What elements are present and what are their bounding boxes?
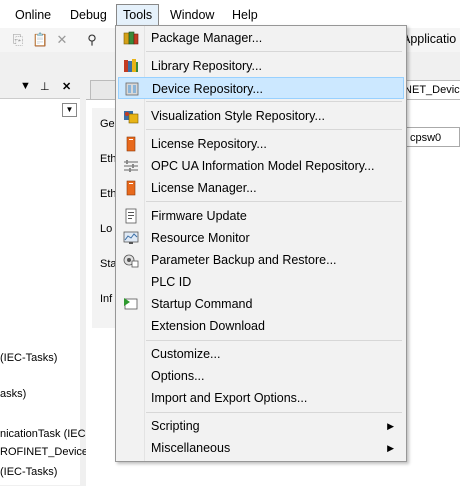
menu-item-label: Library Repository... bbox=[151, 59, 262, 73]
chevron-down-icon[interactable]: ▼ bbox=[62, 103, 77, 117]
library-icon bbox=[124, 59, 138, 72]
menu-separator bbox=[146, 201, 402, 202]
menu-window[interactable]: Window bbox=[164, 4, 220, 26]
close-icon[interactable]: ✕ bbox=[62, 80, 71, 93]
startup-icon bbox=[124, 298, 138, 310]
submenu-arrow-icon: ▶ bbox=[387, 443, 394, 453]
firmware-icon bbox=[125, 208, 137, 224]
menu-separator bbox=[146, 51, 402, 52]
license-manager-icon bbox=[126, 180, 136, 196]
menu-item-license-manager[interactable]: License Manager... bbox=[118, 177, 404, 199]
menu-item-label: Extension Download bbox=[151, 319, 265, 333]
menu-item-device-repository[interactable]: Device Repository... bbox=[118, 77, 404, 99]
menu-separator bbox=[146, 129, 402, 130]
tree-item[interactable]: nicationTask (IEC bbox=[0, 428, 86, 440]
menu-item-label: Package Manager... bbox=[151, 31, 263, 45]
menu-bar: Online Debug Tools Window Help bbox=[0, 0, 460, 28]
opcua-icon bbox=[124, 160, 138, 172]
menu-item-parameter-backup[interactable]: Parameter Backup and Restore... bbox=[118, 249, 404, 271]
menu-item-scripting[interactable]: Scripting ▶ bbox=[118, 415, 404, 437]
dropdown-arrow-icon[interactable]: ▼ bbox=[20, 80, 31, 92]
package-icon bbox=[123, 31, 139, 45]
menu-item-options[interactable]: Options... bbox=[118, 365, 404, 387]
menu-item-resource-monitor[interactable]: Resource Monitor bbox=[118, 227, 404, 249]
tree-item[interactable]: ROFINET_Device bbox=[0, 446, 88, 458]
vtab-general[interactable]: Ge bbox=[100, 118, 115, 130]
editor-tab-device[interactable]: INET_Devic bbox=[400, 80, 460, 99]
backup-icon bbox=[123, 254, 139, 268]
tree-item[interactable]: (IEC-Tasks) bbox=[0, 466, 57, 478]
menu-debug[interactable]: Debug bbox=[64, 4, 113, 26]
menu-item-label: Scripting bbox=[151, 419, 200, 433]
application-label: Applicatio bbox=[402, 32, 457, 46]
menu-item-label: Firmware Update bbox=[151, 209, 247, 223]
menu-item-label: Startup Command bbox=[151, 297, 253, 311]
menu-item-customize[interactable]: Customize... bbox=[118, 343, 404, 365]
device-repository-icon bbox=[125, 82, 139, 96]
pin-icon[interactable]: ⊥ bbox=[40, 80, 50, 93]
submenu-arrow-icon: ▶ bbox=[387, 421, 394, 431]
menu-item-label: Options... bbox=[151, 369, 205, 383]
menu-tools[interactable]: Tools bbox=[116, 4, 160, 26]
menu-item-extension-download[interactable]: Extension Download bbox=[118, 315, 404, 337]
vtab-log[interactable]: Lo bbox=[100, 223, 112, 235]
license-icon bbox=[126, 136, 136, 152]
menu-separator bbox=[146, 101, 402, 102]
vtab-information[interactable]: Inf bbox=[100, 293, 112, 305]
menu-item-miscellaneous[interactable]: Miscellaneous ▶ bbox=[118, 437, 404, 459]
menu-item-package-manager[interactable]: Package Manager... bbox=[118, 27, 404, 49]
menu-item-label: OPC UA Information Model Repository... bbox=[151, 159, 375, 173]
menu-item-opcua-repository[interactable]: OPC UA Information Model Repository... bbox=[118, 155, 404, 177]
menu-item-label: License Repository... bbox=[151, 137, 267, 151]
tools-menu: Package Manager... Library Repository...… bbox=[115, 25, 407, 462]
menu-item-label: Parameter Backup and Restore... bbox=[151, 253, 337, 267]
menu-item-label: License Manager... bbox=[151, 181, 257, 195]
menu-item-firmware-update[interactable]: Firmware Update bbox=[118, 205, 404, 227]
visualization-icon bbox=[124, 111, 139, 124]
menu-item-label: PLC ID bbox=[151, 275, 192, 289]
menu-item-library-repository[interactable]: Library Repository... bbox=[118, 55, 404, 77]
menu-help[interactable]: Help bbox=[226, 4, 264, 26]
delete-icon[interactable]: ✕ bbox=[54, 32, 70, 48]
menu-item-plc-id[interactable]: PLC ID bbox=[118, 271, 404, 293]
network-interface-field[interactable]: cpsw0 bbox=[405, 127, 460, 147]
monitor-icon bbox=[123, 231, 139, 244]
menu-item-import-export-options[interactable]: Import and Export Options... bbox=[118, 387, 404, 409]
tree-item[interactable]: asks) bbox=[0, 388, 26, 400]
paste-icon[interactable]: 📋 bbox=[32, 32, 48, 48]
menu-item-label: Customize... bbox=[151, 347, 221, 361]
tree-item[interactable]: (IEC-Tasks) bbox=[0, 352, 57, 364]
menu-item-label: Miscellaneous bbox=[151, 441, 231, 455]
menu-item-license-repository[interactable]: License Repository... bbox=[118, 133, 404, 155]
find-icon[interactable]: ⚲ bbox=[84, 32, 100, 48]
menu-separator bbox=[146, 412, 402, 413]
menu-item-label: Visualization Style Repository... bbox=[151, 109, 325, 123]
menu-separator bbox=[146, 340, 402, 341]
panel-header: ▼ ⊥ ✕ bbox=[0, 78, 80, 99]
menu-item-label: Resource Monitor bbox=[151, 231, 250, 245]
menu-item-visualization-style-repository[interactable]: Visualization Style Repository... bbox=[118, 105, 404, 127]
menu-item-label: Device Repository... bbox=[152, 82, 263, 96]
copy-icon[interactable]: ⎘ bbox=[10, 32, 26, 48]
menu-item-label: Import and Export Options... bbox=[151, 391, 308, 405]
menu-item-startup-command[interactable]: Startup Command bbox=[118, 293, 404, 315]
menu-online[interactable]: Online bbox=[9, 4, 57, 26]
